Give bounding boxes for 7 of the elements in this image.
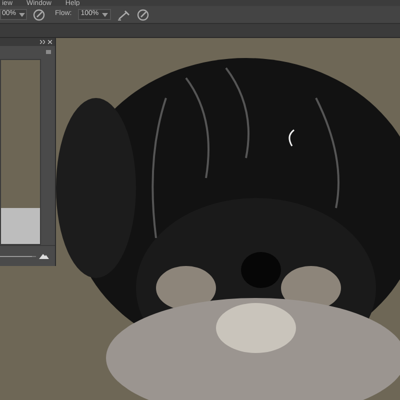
caret-icon (102, 12, 108, 16)
collapse-icon[interactable] (40, 40, 45, 44)
close-icon[interactable] (48, 40, 52, 44)
airbrush-icon[interactable] (116, 8, 131, 20)
caret-icon (19, 12, 26, 16)
preview-highlight (1, 208, 40, 244)
mountain-icon[interactable] (39, 254, 49, 258)
